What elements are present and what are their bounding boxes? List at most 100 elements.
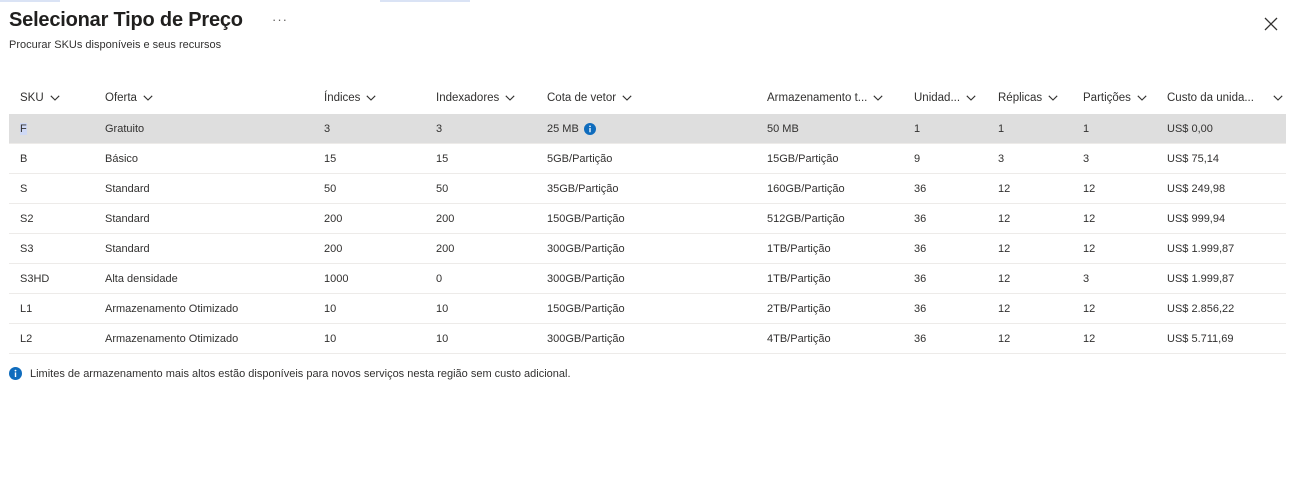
table-row[interactable]: S Standard 50 50 35GB/Partição 160GB/Partição…: [9, 174, 1286, 204]
cell-offer: Básico: [105, 144, 138, 173]
cell-text: S2: [20, 212, 34, 225]
cell-indexers: 10: [436, 294, 448, 323]
cell-sku: F: [20, 114, 27, 143]
cell-sku: L1: [20, 294, 32, 323]
table-row[interactable]: S3 Standard 200 200 300GB/Partição 1TB/Partiç…: [9, 234, 1286, 264]
info-icon[interactable]: [583, 122, 596, 135]
cell-text: L1: [20, 302, 33, 315]
cell-text: Standard: [105, 182, 150, 195]
cell-text: US$ 1.999,87: [1167, 272, 1235, 285]
cell-partitions: 12: [1083, 324, 1095, 353]
cell-text: 15: [436, 152, 449, 165]
chevron-down-icon: [873, 95, 883, 101]
cell-storage: 512GB/Partição: [767, 204, 845, 233]
cell-cost: US$ 5.711,69: [1167, 324, 1233, 353]
cell-text: 50 MB: [767, 122, 799, 135]
cell-text: US$ 2.856,22: [1167, 302, 1235, 315]
cell-text: 10: [436, 332, 449, 345]
cell-units: 36: [914, 234, 926, 263]
cell-text: 15GB/Partição: [767, 152, 839, 165]
cell-replicas: 12: [998, 234, 1010, 263]
cell-text: 150GB/Partição: [547, 302, 625, 315]
cell-text: 3: [1083, 272, 1090, 285]
cell-vector: 5GB/Partição: [547, 144, 612, 173]
cell-cost: US$ 1.999,87: [1167, 264, 1234, 293]
cell-text: 300GB/Partição: [547, 242, 625, 255]
cell-text: 4TB/Partição: [767, 332, 831, 345]
cell-cost: US$ 0,00: [1167, 114, 1213, 143]
cell-replicas: 12: [998, 294, 1010, 323]
chevron-down-icon: [50, 95, 60, 101]
cell-text: 2TB/Partição: [767, 302, 831, 315]
cell-text: US$ 0,00: [1167, 122, 1213, 135]
cell-cost: US$ 2.856,22: [1167, 294, 1234, 323]
footnote-text: Limites de armazenamento mais altos estã…: [30, 367, 571, 380]
table-row[interactable]: S3HD Alta densidade 1000 0 300GB/Partição 1TB…: [9, 264, 1286, 294]
column-header-label: Partições: [1083, 92, 1131, 104]
chevron-down-icon: [143, 95, 153, 101]
cell-text: 3: [1083, 152, 1090, 165]
table-row[interactable]: L2 Armazenamento Otimizado 10 10 300GB/Parti…: [9, 324, 1286, 354]
column-header-vector[interactable]: Cota de vetor: [547, 82, 632, 114]
column-header-offer[interactable]: Oferta: [105, 82, 153, 114]
column-header-units[interactable]: Unidad...: [914, 82, 976, 114]
cell-text: US$ 75,14: [1167, 152, 1219, 165]
cell-replicas: 12: [998, 264, 1010, 293]
cell-text: 12: [998, 212, 1011, 225]
column-header-storage[interactable]: Armazenamento t...: [767, 82, 883, 114]
cell-indexes: 1000: [324, 264, 348, 293]
cell-storage: 2TB/Partição: [767, 294, 831, 323]
cell-text: 512GB/Partição: [767, 212, 845, 225]
cell-text: Alta densidade: [105, 272, 178, 285]
cell-storage: 15GB/Partição: [767, 144, 839, 173]
cell-indexers: 15: [436, 144, 448, 173]
cell-vector: 300GB/Partição: [547, 324, 625, 353]
cell-text: 25 MB: [547, 122, 579, 135]
close-button[interactable]: [1262, 15, 1280, 33]
cell-text: 36: [914, 272, 927, 285]
cell-text: 12: [1083, 302, 1096, 315]
cell-partitions: 3: [1083, 144, 1089, 173]
cell-units: 36: [914, 264, 926, 293]
table-row[interactable]: L1 Armazenamento Otimizado 10 10 150GB/Parti…: [9, 294, 1286, 324]
chevron-down-icon: [1273, 95, 1283, 101]
cell-text: 10: [324, 302, 337, 315]
cell-units: 36: [914, 294, 926, 323]
cell-indexers: 200: [436, 234, 454, 263]
cell-text: 50: [436, 182, 449, 195]
column-header-indexers[interactable]: Indexadores: [436, 82, 515, 114]
cell-text: 12: [998, 272, 1011, 285]
cell-text: US$ 999,94: [1167, 212, 1226, 225]
cell-text: 10: [324, 332, 337, 345]
cell-partitions: 12: [1083, 174, 1095, 203]
cell-text: 12: [1083, 212, 1096, 225]
cell-indexes: 200: [324, 204, 342, 233]
column-header-cost[interactable]: Custo da unida...: [1167, 82, 1283, 114]
table-row[interactable]: F Gratuito 3 3 25 MB 50 MB 1 1 1 US$ 0,00: [9, 114, 1286, 144]
cell-indexes: 50: [324, 174, 336, 203]
column-header-label: Unidad...: [914, 92, 961, 104]
column-header-indexes[interactable]: Índices: [324, 82, 377, 114]
cell-text: 12: [998, 332, 1011, 345]
column-header-sku[interactable]: SKU: [20, 82, 60, 114]
column-header-replicas[interactable]: Réplicas: [998, 82, 1058, 114]
cell-text: US$ 249,98: [1167, 182, 1226, 195]
grid-header: SKU Oferta Índices Indexadores Cota de vetor…: [9, 82, 1286, 114]
storage-footnote: Limites de armazenamento mais altos estã…: [9, 367, 571, 380]
grid-body: F Gratuito 3 3 25 MB 50 MB 1 1 1 US$ 0,00 B Básico 1…: [9, 114, 1286, 354]
chevron-down-icon: [622, 95, 632, 101]
cell-indexes: 10: [324, 324, 336, 353]
cell-text: 1: [998, 122, 1005, 135]
column-header-label: Oferta: [105, 92, 137, 104]
column-header-label: Indexadores: [436, 92, 500, 104]
column-header-partitions[interactable]: Partições: [1083, 82, 1147, 114]
cell-text: 10: [436, 302, 449, 315]
table-row[interactable]: S2 Standard 200 200 150GB/Partição 512GB/Part…: [9, 204, 1286, 234]
page-subtitle: Procurar SKUs disponíveis e seus recurso…: [9, 39, 222, 51]
cell-partitions: 1: [1083, 114, 1089, 143]
table-row[interactable]: B Básico 15 15 5GB/Partição 15GB/Partição 9 3 3 U…: [9, 144, 1286, 174]
chevron-down-icon: [966, 95, 976, 101]
cell-text: 200: [436, 212, 455, 225]
more-actions-button[interactable]: ···: [272, 12, 288, 27]
cell-partitions: 12: [1083, 234, 1095, 263]
